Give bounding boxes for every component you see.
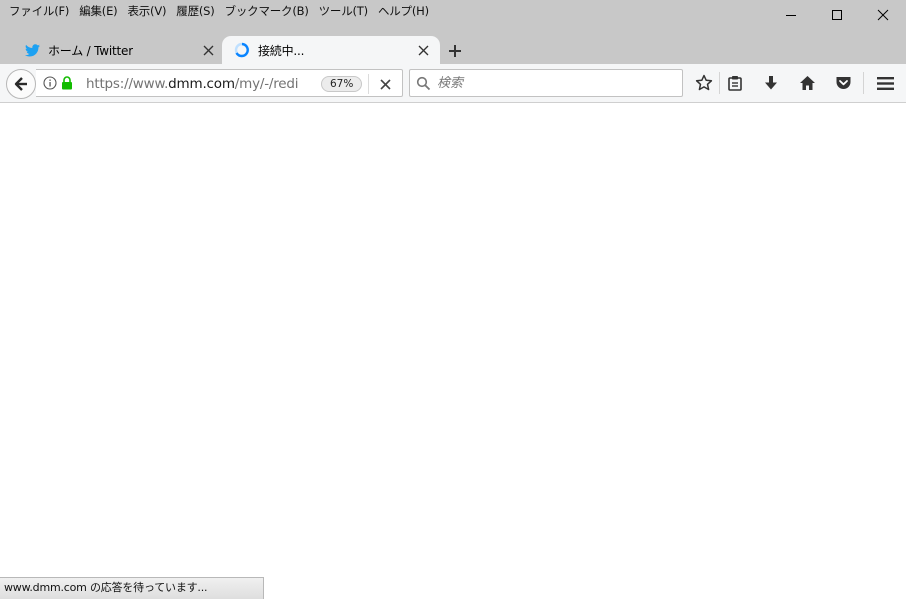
home-button[interactable] bbox=[796, 72, 818, 94]
stop-button[interactable] bbox=[376, 75, 394, 93]
downloads-button[interactable] bbox=[760, 72, 782, 94]
toolbar-divider bbox=[719, 72, 720, 94]
search-icon[interactable] bbox=[416, 76, 431, 91]
menu-history[interactable]: 履歴(S) bbox=[171, 1, 219, 21]
maximize-icon bbox=[832, 10, 842, 20]
urlbar-divider bbox=[368, 74, 369, 94]
search-input[interactable] bbox=[437, 74, 672, 92]
maximize-button[interactable] bbox=[814, 0, 860, 30]
tab-label: 接続中... bbox=[258, 43, 305, 58]
tab-twitter[interactable]: ホーム / Twitter bbox=[15, 36, 225, 64]
pocket-button[interactable] bbox=[832, 72, 854, 94]
close-icon bbox=[203, 45, 213, 55]
menu-bookmarks[interactable]: ブックマーク(B) bbox=[220, 1, 314, 21]
bookmark-star-button[interactable] bbox=[693, 72, 715, 94]
status-panel: www.dmm.com の応答を待っています... bbox=[0, 577, 264, 599]
menu-view[interactable]: 表示(V) bbox=[122, 1, 171, 21]
stop-icon bbox=[379, 78, 391, 90]
tab-label: ホーム / Twitter bbox=[48, 43, 133, 58]
clipboard-icon bbox=[728, 76, 742, 91]
minimize-icon bbox=[786, 15, 796, 16]
zoom-reset-button[interactable]: 67% bbox=[321, 76, 363, 92]
download-arrow-icon bbox=[765, 76, 777, 90]
url-text[interactable]: https://www.dmm.com/my/-/redire bbox=[86, 76, 298, 92]
new-tab-button[interactable] bbox=[442, 38, 468, 64]
url-bar[interactable]: https://www.dmm.com/my/-/redire 67% bbox=[36, 69, 403, 97]
home-icon bbox=[799, 76, 815, 90]
menu-help[interactable]: ヘルプ(H) bbox=[373, 1, 434, 21]
menu-bar: ファイル(F) 編集(E) 表示(V) 履歴(S) ブックマーク(B) ツール(… bbox=[0, 0, 434, 22]
search-bar[interactable] bbox=[409, 69, 683, 97]
lock-icon[interactable] bbox=[61, 76, 73, 90]
menu-tools[interactable]: ツール(T) bbox=[314, 1, 373, 21]
menu-edit[interactable]: 編集(E) bbox=[74, 1, 122, 21]
loading-spinner-icon bbox=[234, 42, 250, 58]
close-window-button[interactable] bbox=[860, 0, 906, 30]
open-menu-button[interactable] bbox=[874, 72, 896, 94]
tab-loading[interactable]: 接続中... bbox=[222, 36, 440, 64]
window-titlebar: ファイル(F) 編集(E) 表示(V) 履歴(S) ブックマーク(B) ツール(… bbox=[0, 0, 906, 64]
plus-icon bbox=[449, 45, 461, 57]
url-prefix: https://www. bbox=[86, 76, 169, 92]
hamburger-menu-icon bbox=[876, 76, 894, 90]
tab-close-button[interactable] bbox=[201, 43, 215, 57]
bookmarks-menu-button[interactable] bbox=[724, 72, 746, 94]
back-arrow-icon bbox=[14, 77, 27, 91]
page-content bbox=[0, 103, 906, 577]
tab-close-button[interactable] bbox=[416, 43, 430, 57]
menu-file[interactable]: ファイル(F) bbox=[4, 1, 74, 21]
navigation-toolbar: https://www.dmm.com/my/-/redire 67% bbox=[0, 64, 906, 103]
info-icon[interactable] bbox=[43, 76, 57, 90]
pocket-icon bbox=[836, 77, 850, 89]
url-host: dmm.com bbox=[168, 76, 235, 92]
back-button[interactable] bbox=[6, 69, 36, 99]
toolbar-divider bbox=[863, 72, 864, 94]
twitter-bird-icon bbox=[25, 43, 40, 56]
close-icon bbox=[418, 45, 428, 55]
star-icon bbox=[695, 74, 713, 91]
minimize-button[interactable] bbox=[768, 0, 814, 30]
window-controls bbox=[768, 0, 906, 30]
close-icon bbox=[877, 9, 889, 21]
tab-strip: ホーム / Twitter 接続中... bbox=[0, 34, 906, 64]
url-path: /my/-/redire bbox=[234, 76, 298, 92]
